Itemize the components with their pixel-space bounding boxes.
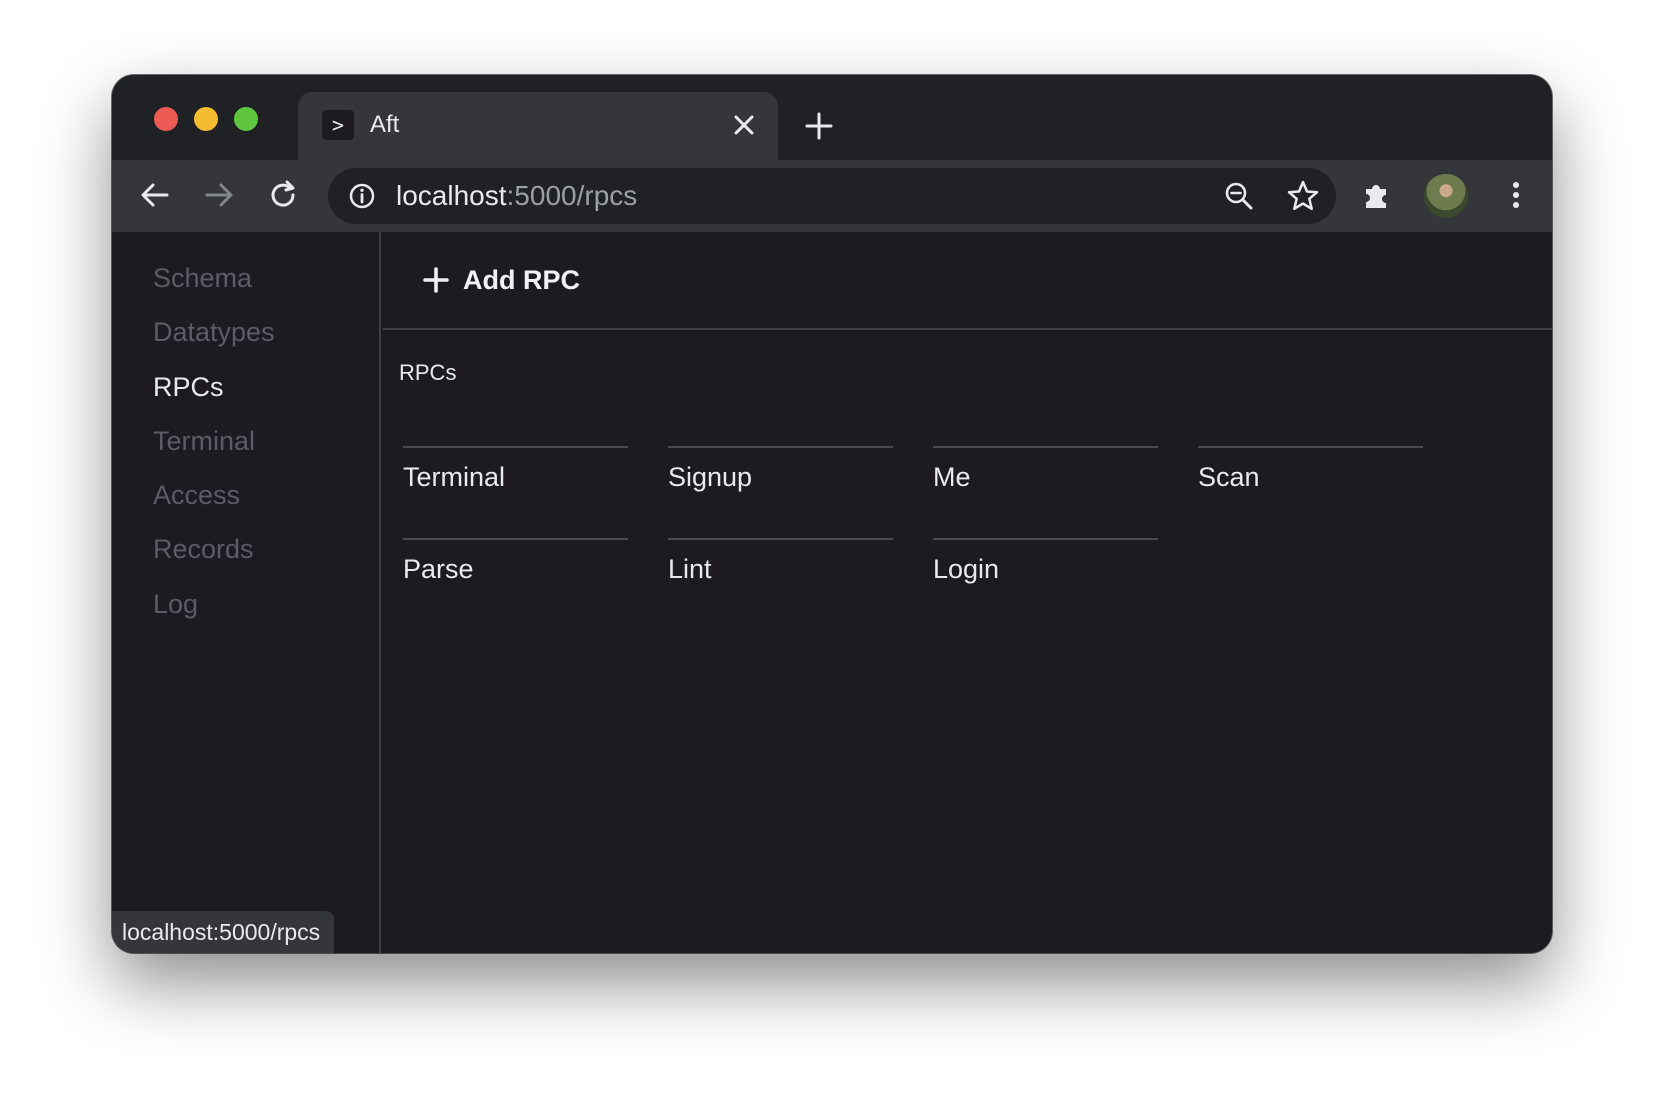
- browser-window: > Aft localhost:5000/rpcs Schema Datatyp…: [112, 75, 1552, 953]
- sidebar-item-terminal[interactable]: Terminal: [153, 425, 255, 457]
- info-icon[interactable]: [348, 182, 376, 210]
- url-host: localhost: [396, 180, 507, 211]
- browser-tab[interactable]: > Aft: [298, 92, 778, 160]
- status-bubble: localhost:5000/rpcs: [112, 911, 335, 953]
- rpc-card-scan[interactable]: Scan: [1198, 446, 1423, 492]
- sidebar-item-datatypes[interactable]: Datatypes: [153, 316, 275, 348]
- url-path: :5000/rpcs: [506, 180, 638, 211]
- sidebar-item-records[interactable]: Records: [153, 533, 254, 565]
- browser-toolbar: localhost:5000/rpcs: [112, 160, 1552, 232]
- close-tab-icon[interactable]: [728, 109, 760, 141]
- reload-icon[interactable]: [266, 178, 300, 212]
- add-rpc-button[interactable]: Add RPC: [423, 262, 580, 298]
- sidebar-item-log[interactable]: Log: [153, 588, 198, 620]
- back-arrow-icon[interactable]: [138, 178, 172, 212]
- close-window-button[interactable]: [154, 107, 178, 131]
- url-text[interactable]: localhost:5000/rpcs: [396, 181, 637, 211]
- bookmark-star-icon[interactable]: [1285, 178, 1321, 214]
- tab-strip: > Aft: [112, 75, 1552, 160]
- add-rpc-label: Add RPC: [463, 264, 580, 295]
- rpc-card-lint[interactable]: Lint: [668, 538, 893, 584]
- sidebar-item-access[interactable]: Access: [153, 479, 240, 511]
- new-tab-icon[interactable]: [802, 109, 836, 143]
- plus-icon: [423, 267, 449, 293]
- section-title: RPCs: [399, 360, 457, 385]
- page-content: Schema Datatypes RPCs Terminal Access Re…: [112, 232, 1552, 953]
- address-bar[interactable]: localhost:5000/rpcs: [328, 168, 1336, 224]
- zoom-out-icon[interactable]: [1222, 179, 1256, 213]
- header-divider: [383, 328, 1552, 330]
- rpc-card-signup[interactable]: Signup: [668, 446, 893, 492]
- tab-title: Aft: [370, 111, 400, 138]
- sidebar-item-schema[interactable]: Schema: [153, 262, 252, 294]
- maximize-window-button[interactable]: [234, 107, 258, 131]
- forward-arrow-icon[interactable]: [202, 178, 236, 212]
- rpc-card-me[interactable]: Me: [933, 446, 1158, 492]
- profile-avatar[interactable]: [1424, 174, 1468, 218]
- rpc-card-terminal[interactable]: Terminal: [403, 446, 628, 492]
- sidebar-item-rpcs[interactable]: RPCs: [153, 371, 224, 403]
- rpc-grid: Terminal Signup Me Scan Parse Lint Login: [403, 446, 1443, 584]
- extensions-puzzle-icon[interactable]: [1360, 178, 1394, 212]
- minimize-window-button[interactable]: [194, 107, 218, 131]
- rpc-card-login[interactable]: Login: [933, 538, 1158, 584]
- rpc-card-parse[interactable]: Parse: [403, 538, 628, 584]
- terminal-favicon-icon: >: [322, 110, 354, 140]
- main-panel: Add RPC RPCs Terminal Signup Me Scan Par…: [383, 232, 1552, 953]
- sidebar-nav: Schema Datatypes RPCs Terminal Access Re…: [112, 232, 381, 953]
- kebab-menu-icon[interactable]: [1499, 178, 1533, 212]
